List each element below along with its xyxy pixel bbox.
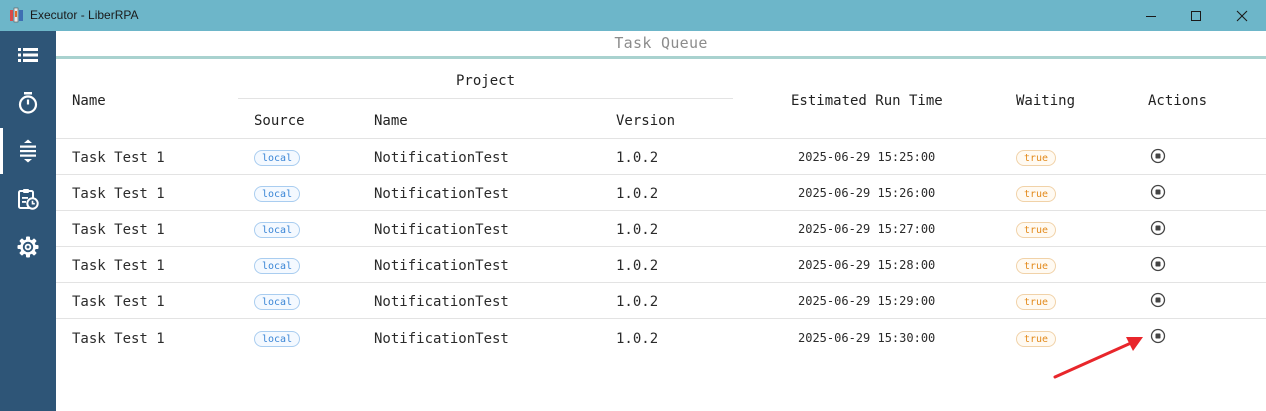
cell-estimated-run-time: 2025-06-29 15:25:00 [798, 150, 936, 164]
maximize-button[interactable] [1173, 0, 1219, 31]
header-version: Version [616, 113, 676, 129]
source-badge: local [254, 150, 301, 166]
timer-icon [18, 92, 38, 114]
cell-estimated-run-time: 2025-06-29 15:29:00 [798, 294, 936, 308]
source-badge: local [254, 186, 301, 202]
cell-version: 1.0.2 [616, 258, 659, 274]
source-badge: local [254, 258, 301, 274]
cell-task-name: Task Test 1 [72, 150, 165, 166]
cell-project-name: NotificationTest [374, 258, 509, 274]
row-divider [56, 282, 1266, 283]
cell-version: 1.0.2 [616, 294, 659, 310]
sidebar-item-timer[interactable] [0, 80, 56, 126]
list-icon [18, 48, 38, 62]
stop-circle-icon[interactable] [1150, 184, 1166, 200]
gear-icon [17, 236, 39, 258]
stop-circle-icon[interactable] [1150, 220, 1166, 236]
queue-icon [20, 139, 36, 163]
sidebar [0, 31, 56, 411]
window-title: Executor - LiberRPA [30, 8, 139, 22]
cell-version: 1.0.2 [616, 150, 659, 166]
waiting-badge: true [1016, 186, 1057, 202]
cell-estimated-run-time: 2025-06-29 15:26:00 [798, 186, 936, 200]
cell-project-name: NotificationTest [374, 331, 509, 347]
sidebar-item-tasks[interactable] [0, 32, 56, 78]
row-divider [56, 174, 1266, 175]
title-bar: Executor - LiberRPA [0, 0, 1266, 31]
main-panel: Task Queue Name Project Source Name Vers… [56, 31, 1266, 411]
header-waiting: Waiting [1016, 93, 1076, 109]
header-actions: Actions [1148, 93, 1208, 109]
cell-project-name: NotificationTest [374, 222, 509, 238]
cell-task-name: Task Test 1 [72, 258, 165, 274]
waiting-badge: true [1016, 294, 1057, 310]
header-bottom-divider [56, 138, 1266, 139]
stop-circle-icon[interactable] [1150, 256, 1166, 272]
header-estimated-run-time: Estimated Run Time [791, 93, 943, 109]
cell-version: 1.0.2 [616, 222, 659, 238]
header-name: Name [72, 93, 106, 109]
sidebar-item-settings[interactable] [0, 224, 56, 270]
cell-project-name: NotificationTest [374, 186, 509, 202]
source-badge: local [254, 331, 301, 347]
maximize-icon [1191, 10, 1201, 21]
sidebar-item-queue[interactable] [0, 128, 56, 174]
close-button[interactable] [1219, 0, 1265, 31]
source-badge: local [254, 294, 301, 310]
header-project-name: Name [374, 113, 408, 129]
cell-task-name: Task Test 1 [72, 331, 165, 347]
stop-circle-icon[interactable] [1150, 148, 1166, 164]
cell-estimated-run-time: 2025-06-29 15:30:00 [798, 331, 936, 345]
minimize-button[interactable] [1128, 0, 1174, 31]
stop-circle-icon[interactable] [1150, 292, 1166, 308]
close-icon [1236, 10, 1248, 21]
header-project-divider [238, 98, 733, 99]
header-project: Project [456, 73, 516, 89]
cell-task-name: Task Test 1 [72, 294, 165, 310]
cell-version: 1.0.2 [616, 331, 659, 347]
cell-version: 1.0.2 [616, 186, 659, 202]
header-source: Source [254, 113, 305, 129]
cell-task-name: Task Test 1 [72, 222, 165, 238]
minimize-icon [1146, 15, 1156, 17]
cell-project-name: NotificationTest [374, 150, 509, 166]
red-arrow-icon [1053, 337, 1143, 379]
cell-estimated-run-time: 2025-06-29 15:28:00 [798, 258, 936, 272]
source-badge: local [254, 222, 301, 238]
stop-circle-icon[interactable] [1150, 328, 1166, 344]
cell-estimated-run-time: 2025-06-29 15:27:00 [798, 222, 936, 236]
cell-project-name: NotificationTest [374, 294, 509, 310]
row-divider [56, 318, 1266, 319]
row-divider [56, 246, 1266, 247]
waiting-badge: true [1016, 222, 1057, 238]
sidebar-item-schedule[interactable] [0, 176, 56, 222]
panel-title: Task Queue [614, 34, 708, 52]
waiting-badge: true [1016, 258, 1057, 274]
schedule-clipboard-icon [18, 189, 39, 210]
panel-title-underline [56, 56, 1266, 59]
liberrpa-logo-icon [10, 7, 23, 23]
waiting-badge: true [1016, 150, 1057, 166]
row-divider [56, 210, 1266, 211]
cell-task-name: Task Test 1 [72, 186, 165, 202]
